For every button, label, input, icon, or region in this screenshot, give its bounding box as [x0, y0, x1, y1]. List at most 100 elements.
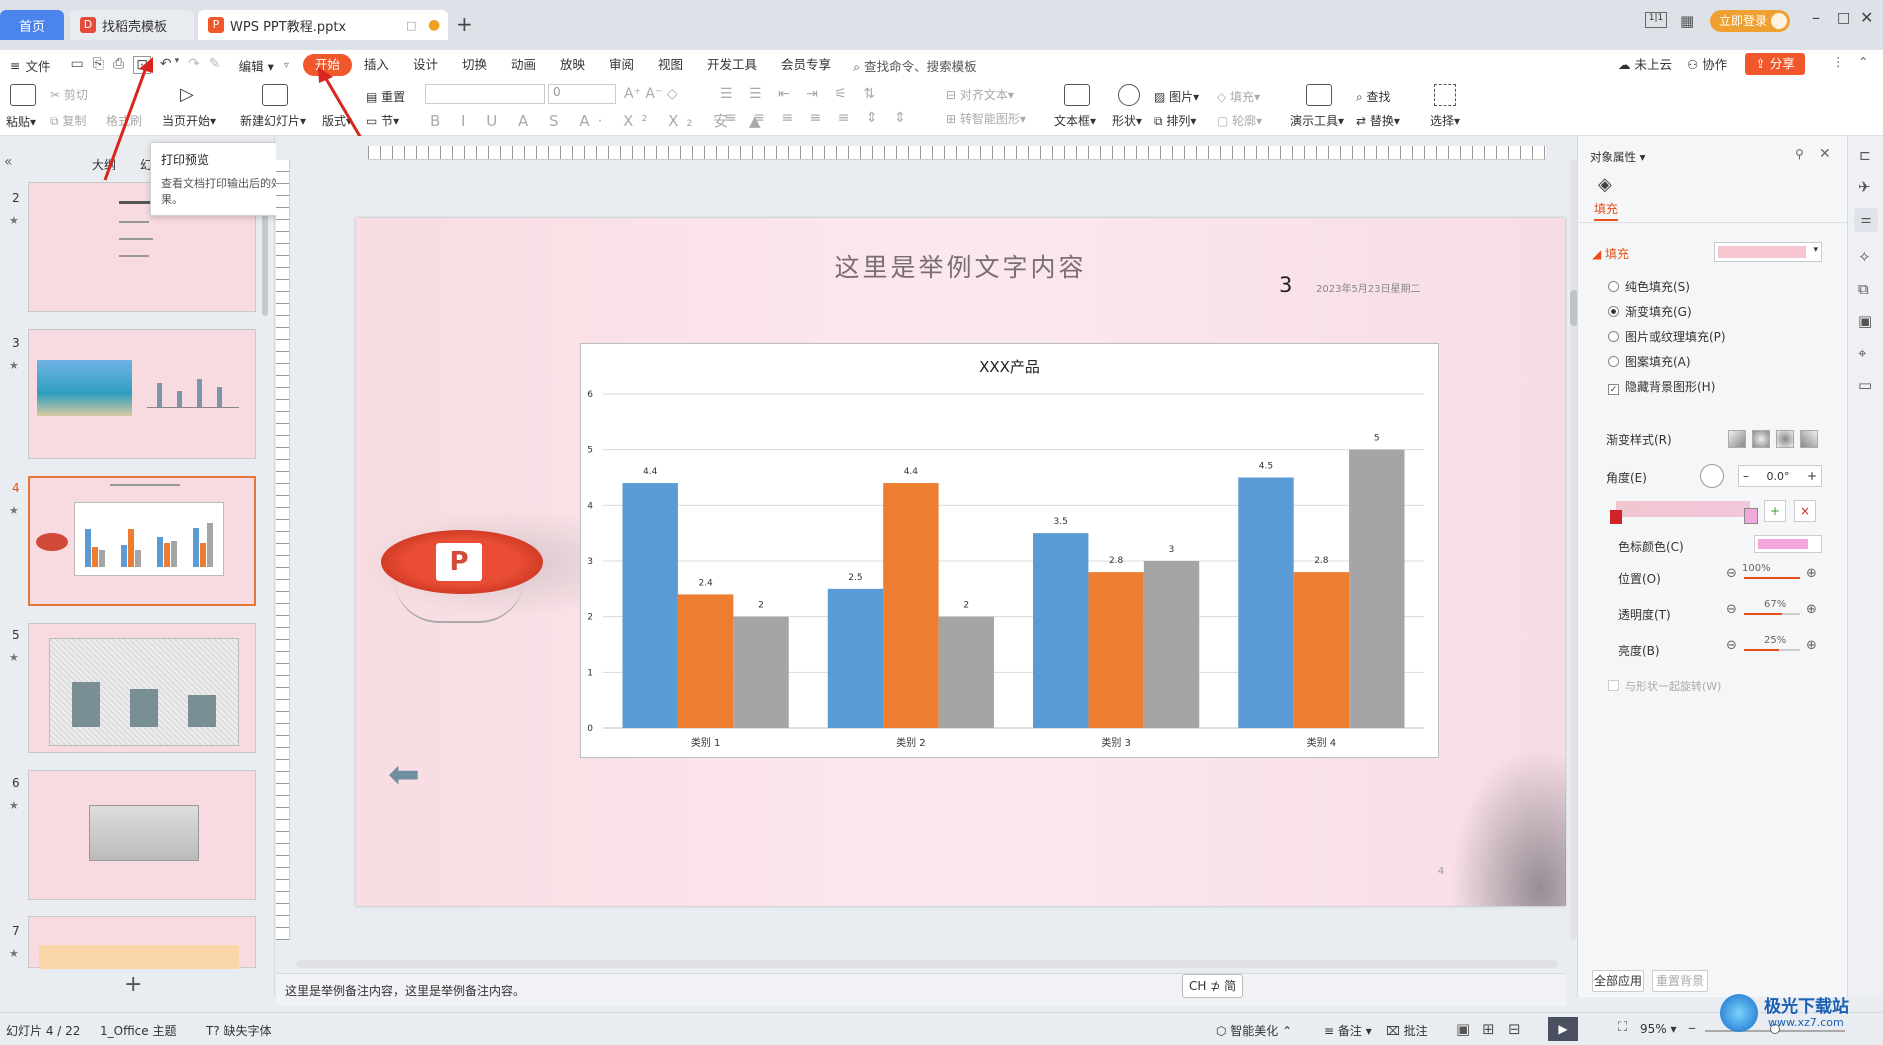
collapse-side-icon[interactable]: ⊏	[1859, 148, 1871, 164]
menu-review[interactable]: 审阅	[597, 54, 646, 76]
file-menu[interactable]: ≡ 文件	[0, 56, 51, 75]
close-icon[interactable]: ✕	[1860, 8, 1873, 27]
shape-button[interactable]: 形状▾	[1112, 112, 1142, 129]
select-button[interactable]: 选择▾	[1430, 112, 1460, 129]
presenter-tools-icon[interactable]	[1306, 84, 1332, 106]
apply-all-button[interactable]: 全部应用	[1592, 970, 1644, 992]
missing-font-button[interactable]: T? 缺失字体	[206, 1022, 272, 1039]
collapse-panel-icon[interactable]: «	[4, 154, 13, 170]
find-button[interactable]: ⌕ 查找	[1356, 88, 1391, 105]
slide-thumbnail-5[interactable]	[28, 623, 256, 753]
brightness-slider[interactable]	[1744, 649, 1800, 651]
copy-button[interactable]: ⧉ 复制	[50, 112, 86, 129]
tab-fill[interactable]: 填充	[1594, 200, 1619, 221]
apps-grid-icon[interactable]: ▦	[1680, 12, 1694, 30]
slide-thumbnail-3[interactable]	[28, 329, 256, 459]
hide-background-checkbox[interactable]: ✓ 隐藏背景图形(H)	[1608, 378, 1715, 395]
text-box-button[interactable]: 文本框▾	[1054, 112, 1096, 129]
smart-art-button[interactable]: ⊞ 转智能图形▾	[946, 110, 1026, 127]
picture-fill-option[interactable]: 图片或纹理填充(P)	[1608, 328, 1726, 345]
stop-color-dropdown[interactable]	[1754, 535, 1822, 553]
gradient-fill-option[interactable]: 渐变填充(G)	[1608, 303, 1692, 320]
solid-fill-option[interactable]: 纯色填充(S)	[1608, 278, 1690, 295]
add-stop-icon[interactable]: +	[1764, 500, 1786, 522]
location-pane-icon[interactable]: ⌖	[1858, 344, 1866, 362]
sorter-view-icon[interactable]: ⊞	[1482, 1020, 1495, 1038]
command-search[interactable]: ⌕ 查找命令、搜索模板	[853, 56, 977, 75]
angle-dial[interactable]	[1700, 464, 1724, 488]
comments-toggle[interactable]: ⌧ 批注	[1386, 1022, 1428, 1039]
animation-pane-icon[interactable]: ✈	[1858, 178, 1871, 196]
cut-button[interactable]: ✂ 剪切	[50, 86, 88, 103]
slide-date[interactable]: 2023年5月23日星期二	[1316, 280, 1421, 295]
minimize-icon[interactable]: –	[1812, 8, 1820, 27]
text-box-icon[interactable]	[1064, 84, 1090, 106]
menu-design[interactable]: 设计	[401, 54, 450, 76]
gradient-stop-right[interactable]	[1744, 508, 1758, 524]
position-increment[interactable]: ⊕	[1806, 566, 1817, 581]
brightness-decrement[interactable]: ⊖	[1726, 638, 1737, 653]
cloud-status[interactable]: ☁ 未上云	[1618, 54, 1672, 73]
gradient-bar[interactable]	[1616, 501, 1750, 517]
collapse-ribbon-icon[interactable]: ⌃	[1858, 54, 1868, 69]
shape-icon[interactable]	[1118, 84, 1140, 106]
rotate-with-shape-checkbox[interactable]: 与形状一起旋转(W)	[1608, 678, 1721, 694]
paragraph-icons-bottom[interactable]: ≡ ≡ ≡ ≡ ≡ ⇕ ⇕	[725, 110, 912, 126]
align-text-button[interactable]: ⊟ 对齐文本▾	[946, 86, 1014, 103]
presenter-tools-button[interactable]: 演示工具▾	[1290, 112, 1344, 129]
property-pane-icon[interactable]: ⚌	[1854, 208, 1878, 232]
book-pane-icon[interactable]: ▭	[1858, 376, 1872, 394]
maximize-icon[interactable]: □	[1837, 10, 1850, 26]
login-button[interactable]: 立即登录	[1710, 10, 1790, 32]
menu-transition[interactable]: 切换	[450, 54, 499, 76]
new-tab-icon[interactable]: +	[456, 12, 473, 36]
slide-thumbnail-4-selected[interactable]	[28, 476, 256, 606]
fill-button[interactable]: ◇ 填充▾	[1217, 88, 1260, 105]
position-slider[interactable]	[1744, 577, 1800, 579]
paste-icon[interactable]	[10, 84, 36, 106]
transparency-slider[interactable]	[1744, 613, 1800, 615]
pin-icon[interactable]: ⚲	[1795, 147, 1804, 161]
position-decrement[interactable]: ⊖	[1726, 566, 1737, 581]
panel-header[interactable]: 对象属性 ▾	[1590, 149, 1645, 165]
slide-title[interactable]: 这里是举例文字内容	[356, 248, 1565, 284]
paste-button[interactable]: 粘贴▾	[6, 113, 36, 130]
picture-button[interactable]: ▨ 图片▾	[1154, 88, 1199, 105]
chart-frame[interactable]: XXX产品 0 1 2 3 4 5 6 4.4 2.4 2 类别 1 2.5 4.4 2 类别 2 3.5 2.…	[580, 343, 1439, 758]
slide-thumbnail-7[interactable]	[28, 916, 256, 969]
reset-background-button[interactable]: 重置背景	[1652, 970, 1708, 992]
back-arrow-icon[interactable]: ⬅	[388, 752, 420, 796]
angle-decrement[interactable]: –	[1743, 469, 1749, 483]
play-slideshow-icon[interactable]: ▶	[1548, 1017, 1578, 1041]
menu-member[interactable]: 会员专享	[769, 54, 843, 76]
add-slide-icon[interactable]: +	[124, 972, 142, 997]
menu-slideshow[interactable]: 放映	[548, 54, 597, 76]
menu-view[interactable]: 视图	[646, 54, 695, 76]
slide-number-text[interactable]: 3	[1279, 273, 1292, 297]
remove-stop-icon[interactable]: ×	[1794, 500, 1816, 522]
gradient-stop-left[interactable]	[1610, 510, 1622, 524]
ime-indicator[interactable]: CH ⊅ 简	[1182, 974, 1244, 998]
notes-pane[interactable]: 这里是举例备注内容，这里是举例备注内容。 CH ⊅ 简	[276, 973, 1566, 1006]
notes-toggle[interactable]: ≡ 备注 ▾	[1324, 1022, 1372, 1039]
theme-name[interactable]: 1_Office 主题	[100, 1022, 176, 1039]
more-icon[interactable]: ⋮	[1832, 54, 1845, 69]
font-size-select[interactable]: 0	[548, 84, 616, 104]
fit-window-icon[interactable]: ⛶	[1618, 1020, 1627, 1035]
normal-view-icon[interactable]: ▣	[1456, 1020, 1470, 1038]
arrange-button[interactable]: ⧉ 排列▾	[1154, 112, 1196, 129]
window-mode-icon[interactable]: □	[406, 19, 416, 32]
outline-button[interactable]: ▢ 轮廓▾	[1217, 112, 1262, 129]
beautify-button[interactable]: ⬡ 智能美化 ⌃	[1216, 1022, 1292, 1039]
share-button[interactable]: ⇪ 分享	[1745, 53, 1805, 75]
slide-thumbnail-6[interactable]	[28, 770, 256, 900]
gradient-style-swatches[interactable]	[1728, 430, 1818, 448]
horizontal-scrollbar[interactable]	[296, 960, 1558, 968]
pattern-fill-option[interactable]: 图案填充(A)	[1608, 353, 1691, 370]
transparency-decrement[interactable]: ⊖	[1726, 602, 1737, 617]
tab-document[interactable]: P WPS PPT教程.pptx □ ●	[198, 10, 448, 40]
replace-button[interactable]: ⇄ 替换▾	[1356, 112, 1400, 129]
menu-developer[interactable]: 开发工具	[695, 54, 769, 76]
notes-text[interactable]: 这里是举例备注内容，这里是举例备注内容。	[285, 982, 525, 999]
save-icon[interactable]: ▭	[71, 56, 84, 74]
